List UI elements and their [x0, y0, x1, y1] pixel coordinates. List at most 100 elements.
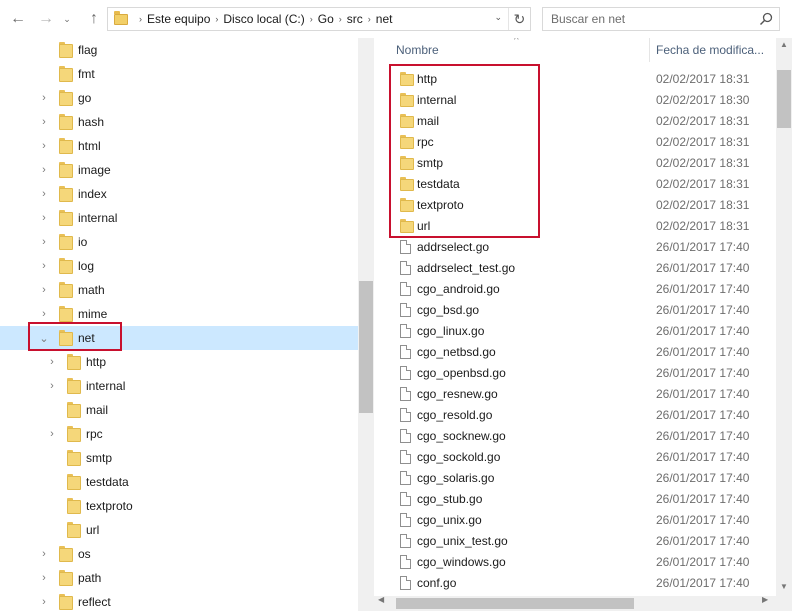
file-list-item[interactable]: cgo_sockold.go 26/01/2017 17:40 — [390, 447, 776, 468]
tree-item[interactable]: smtp — [0, 446, 358, 470]
file-list-item[interactable]: rpc 02/02/2017 18:31 — [390, 132, 776, 153]
file-list-item[interactable]: cgo_resold.go 26/01/2017 17:40 — [390, 405, 776, 426]
file-name: addrselect.go — [417, 240, 490, 254]
file-list-item[interactable]: conf.go 26/01/2017 17:40 — [390, 573, 776, 594]
file-list-item[interactable]: smtp 02/02/2017 18:31 — [390, 153, 776, 174]
expand-chevron-right-icon[interactable]: › — [46, 356, 58, 368]
file-list-item[interactable]: addrselect.go 26/01/2017 17:40 — [390, 237, 776, 258]
expand-chevron-right-icon[interactable]: › — [38, 236, 50, 248]
expand-chevron-right-icon[interactable]: › — [38, 212, 50, 224]
file-icon — [400, 534, 411, 548]
expand-chevron-right-icon[interactable]: › — [38, 140, 50, 152]
breadcrumb-separator-icon[interactable]: › — [368, 14, 371, 24]
back-arrow-icon[interactable]: ← — [8, 9, 28, 29]
breadcrumb-item[interactable]: Disco local (C:) — [223, 12, 304, 26]
breadcrumb-item[interactable]: Go — [318, 12, 334, 26]
up-arrow-icon[interactable]: ↑ — [84, 9, 104, 29]
tree-item[interactable]: flag — [0, 38, 358, 62]
file-list-item[interactable]: textproto 02/02/2017 18:31 — [390, 195, 776, 216]
tree-item[interactable]: › path — [0, 566, 358, 590]
scroll-right-arrow-icon[interactable]: ▶ — [762, 595, 768, 604]
file-list-item[interactable]: cgo_unix.go 26/01/2017 17:40 — [390, 510, 776, 531]
file-list-item[interactable]: testdata 02/02/2017 18:31 — [390, 174, 776, 195]
tree-item[interactable]: › reflect — [0, 590, 358, 611]
breadcrumb-item[interactable]: src — [347, 12, 363, 26]
tree-item[interactable]: textproto — [0, 494, 358, 518]
expand-chevron-right-icon[interactable]: › — [46, 428, 58, 440]
file-list-item[interactable]: cgo_openbsd.go 26/01/2017 17:40 — [390, 363, 776, 384]
file-list-item[interactable]: cgo_android.go 26/01/2017 17:40 — [390, 279, 776, 300]
navigation-bar: ← → ⌄ ↑ › Este equipo › Disco local (C:) › Go… — [0, 0, 792, 38]
file-list-item[interactable]: url 02/02/2017 18:31 — [390, 216, 776, 237]
breadcrumb-separator-icon[interactable]: › — [139, 14, 142, 24]
address-dropdown-chevron-icon[interactable]: ⌄ — [494, 12, 502, 23]
tree-item[interactable]: › index — [0, 182, 358, 206]
file-list-vertical-scrollbar-thumb[interactable] — [777, 70, 791, 128]
tree-item[interactable]: › os — [0, 542, 358, 566]
expand-chevron-right-icon[interactable]: › — [38, 308, 50, 320]
scroll-down-arrow-icon[interactable]: ▼ — [776, 580, 792, 594]
expand-chevron-right-icon[interactable]: › — [38, 596, 50, 608]
tree-item[interactable]: › hash — [0, 110, 358, 134]
expand-chevron-right-icon[interactable]: › — [38, 572, 50, 584]
scroll-up-arrow-icon[interactable]: ▲ — [776, 38, 792, 52]
expand-chevron-right-icon[interactable]: › — [38, 548, 50, 560]
expand-chevron-right-icon[interactable]: › — [38, 164, 50, 176]
expand-chevron-right-icon[interactable]: › — [38, 188, 50, 200]
file-list-item[interactable]: http 02/02/2017 18:31 — [390, 69, 776, 90]
tree-item[interactable]: url — [0, 518, 358, 542]
tree-item[interactable]: › io — [0, 230, 358, 254]
file-list-item[interactable]: cgo_bsd.go 26/01/2017 17:40 — [390, 300, 776, 321]
tree-item[interactable]: fmt — [0, 62, 358, 86]
tree-item[interactable]: › mime — [0, 302, 358, 326]
file-list-item[interactable]: cgo_unix_test.go 26/01/2017 17:40 — [390, 531, 776, 552]
navigation-pane-scrollbar-thumb[interactable] — [359, 281, 373, 413]
file-list-horizontal-scrollbar-thumb[interactable] — [396, 598, 634, 609]
forward-arrow-icon[interactable]: → — [36, 9, 56, 29]
file-name: cgo_socknew.go — [417, 429, 506, 443]
file-list-item[interactable]: cgo_resnew.go 26/01/2017 17:40 — [390, 384, 776, 405]
file-list-item[interactable]: cgo_stub.go 26/01/2017 17:40 — [390, 489, 776, 510]
tree-item[interactable]: › http — [0, 350, 358, 374]
recent-locations-chevron-icon[interactable]: ⌄ — [60, 9, 74, 29]
column-header-name[interactable]: Nombre — [396, 43, 439, 57]
tree-item[interactable]: mail — [0, 398, 358, 422]
expand-chevron-right-icon[interactable]: › — [38, 116, 50, 128]
file-list-item[interactable]: internal 02/02/2017 18:30 — [390, 90, 776, 111]
expand-chevron-right-icon[interactable]: › — [38, 284, 50, 296]
refresh-icon[interactable]: ↻ — [508, 8, 530, 30]
tree-item[interactable]: › math — [0, 278, 358, 302]
address-bar[interactable]: › Este equipo › Disco local (C:) › Go › src › net… — [107, 7, 531, 31]
expand-chevron-right-icon[interactable]: › — [38, 260, 50, 272]
file-list-item[interactable]: cgo_solaris.go 26/01/2017 17:40 — [390, 468, 776, 489]
tree-item[interactable]: › go — [0, 86, 358, 110]
tree-item[interactable]: › internal — [0, 206, 358, 230]
tree-item[interactable]: ⌄ net — [0, 326, 358, 350]
file-list-item[interactable]: cgo_windows.go 26/01/2017 17:40 — [390, 552, 776, 573]
file-list-item[interactable]: cgo_linux.go 26/01/2017 17:40 — [390, 321, 776, 342]
breadcrumb-separator-icon[interactable]: › — [215, 14, 218, 24]
expand-chevron-right-icon[interactable]: › — [46, 380, 58, 392]
file-list-item[interactable]: mail 02/02/2017 18:31 — [390, 111, 776, 132]
tree-item[interactable]: › internal — [0, 374, 358, 398]
file-list-item[interactable]: cgo_netbsd.go 26/01/2017 17:40 — [390, 342, 776, 363]
search-box[interactable] — [542, 7, 780, 31]
file-list-item[interactable]: addrselect_test.go 26/01/2017 17:40 — [390, 258, 776, 279]
expand-chevron-right-icon[interactable]: › — [38, 92, 50, 104]
tree-item[interactable]: testdata — [0, 470, 358, 494]
column-header-date[interactable]: Fecha de modifica... — [656, 43, 764, 57]
tree-item[interactable]: › rpc — [0, 422, 358, 446]
column-divider[interactable] — [649, 38, 650, 62]
tree-item[interactable]: › html — [0, 134, 358, 158]
search-icon[interactable] — [759, 12, 773, 26]
breadcrumb-item[interactable]: Este equipo — [147, 12, 210, 26]
expand-chevron-down-icon[interactable]: ⌄ — [38, 332, 50, 345]
scroll-left-arrow-icon[interactable]: ◀ — [378, 595, 384, 604]
tree-item[interactable]: › image — [0, 158, 358, 182]
tree-item[interactable]: › log — [0, 254, 358, 278]
breadcrumb-separator-icon[interactable]: › — [339, 14, 342, 24]
search-input[interactable] — [551, 12, 751, 26]
file-list-item[interactable]: cgo_socknew.go 26/01/2017 17:40 — [390, 426, 776, 447]
breadcrumb-item[interactable]: net — [376, 12, 393, 26]
breadcrumb-separator-icon[interactable]: › — [310, 14, 313, 24]
